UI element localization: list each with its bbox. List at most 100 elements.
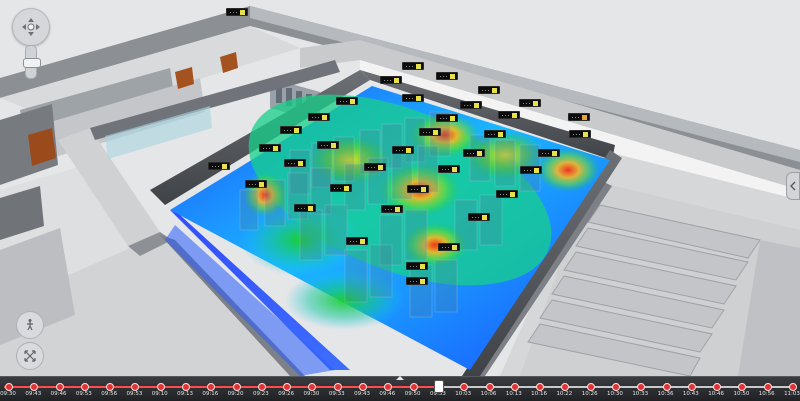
rack-temperature-label-text: ...: [409, 278, 419, 284]
timeline-marker[interactable]: [384, 383, 393, 391]
zoom-slider-thumb[interactable]: [23, 58, 41, 68]
rack-temperature-label[interactable]: ...: [308, 113, 331, 121]
timeline-time-label: 10:33: [632, 391, 649, 397]
timeline-time-label: 09:23: [252, 391, 269, 397]
timeline-marker[interactable]: [611, 383, 620, 391]
timeline-marker[interactable]: [763, 383, 772, 391]
rack-temperature-label[interactable]: ...: [259, 144, 282, 152]
rack-temperature-label[interactable]: ...: [402, 62, 425, 70]
timeline-marker[interactable]: [510, 383, 519, 391]
timeline-marker[interactable]: [257, 383, 266, 391]
rack-temperature-label[interactable]: ...: [519, 99, 542, 107]
timeline-marker[interactable]: [5, 383, 13, 391]
rack-temperature-label-text: ...: [541, 150, 551, 156]
timeline-marker[interactable]: [713, 383, 722, 391]
fullscreen-arrows-icon: [24, 350, 36, 362]
rack-temperature-label[interactable]: ...: [463, 149, 486, 157]
rack-temperature-label[interactable]: ...: [284, 159, 307, 167]
rack-temperature-label[interactable]: ...: [438, 165, 461, 173]
collapse-arrow-icon[interactable]: [396, 376, 404, 380]
rack-temperature-label[interactable]: ...: [402, 94, 425, 102]
rack-temperature-label[interactable]: ...: [245, 180, 268, 188]
status-swatch: [406, 147, 412, 153]
timeline-time-label: 09:53: [75, 391, 92, 397]
viewport-3d[interactable]: ........................................…: [0, 0, 800, 376]
rack-temperature-label[interactable]: ...: [496, 190, 519, 198]
rack-temperature-label[interactable]: ...: [520, 166, 543, 174]
timeline-marker[interactable]: [182, 383, 191, 391]
rack-temperature-label[interactable]: ...: [407, 185, 430, 193]
status-swatch: [498, 131, 504, 137]
rack-temperature-label[interactable]: ...: [436, 114, 459, 122]
rack-temperature-label[interactable]: ...: [330, 184, 353, 192]
rack-temperature-label[interactable]: ...: [484, 130, 507, 138]
timeline-bar[interactable]: 09:30 09:43 09:46 09:53 09:56 09:53 09:10 09:13…: [0, 376, 800, 401]
rack-temperature-label[interactable]: ...: [208, 162, 231, 170]
right-panel-toggle[interactable]: [786, 172, 800, 200]
status-swatch: [322, 114, 328, 120]
rack-temperature-label[interactable]: ...: [406, 262, 429, 270]
status-swatch: [240, 9, 246, 15]
reset-view-button[interactable]: [16, 342, 44, 370]
timeline-marker[interactable]: [738, 383, 747, 391]
status-swatch: [510, 191, 516, 197]
rack-temperature-label[interactable]: ...: [364, 163, 387, 171]
rack-temperature-label[interactable]: ...: [438, 243, 461, 251]
timeline-marker[interactable]: [232, 383, 241, 391]
rack-temperature-label[interactable]: ...: [568, 113, 591, 121]
datacenter-floorplan[interactable]: [0, 0, 800, 376]
rack-temperature-label[interactable]: ...: [478, 86, 501, 94]
timeline-marker[interactable]: [156, 383, 165, 391]
timeline-marker[interactable]: [359, 383, 368, 391]
rack-temperature-label-text: ...: [441, 166, 451, 172]
timeline-marker[interactable]: [687, 383, 696, 391]
timeline-marker[interactable]: [662, 383, 671, 391]
rack-temperature-label[interactable]: ...: [226, 8, 249, 16]
timeline-marker[interactable]: [80, 383, 89, 391]
timeline-marker[interactable]: [485, 383, 494, 391]
timeline-marker[interactable]: [131, 383, 140, 391]
rack-temperature-label[interactable]: ...: [294, 204, 317, 212]
timeline-marker[interactable]: [586, 383, 595, 391]
timeline-marker[interactable]: [460, 383, 469, 391]
status-swatch: [344, 185, 350, 191]
status-swatch: [512, 112, 518, 118]
navigation-compass[interactable]: [12, 8, 50, 46]
rack-temperature-label[interactable]: ...: [317, 141, 340, 149]
rack-temperature-label[interactable]: ...: [280, 126, 303, 134]
rack-temperature-label[interactable]: ...: [419, 128, 442, 136]
rack-temperature-label[interactable]: ...: [406, 277, 429, 285]
timeline-marker[interactable]: [561, 383, 570, 391]
rack-temperature-label[interactable]: ...: [569, 130, 592, 138]
rack-temperature-label[interactable]: ...: [468, 213, 491, 221]
timeline-marker[interactable]: [789, 383, 797, 391]
timeline-time-label: 10:56: [758, 391, 775, 397]
rack-temperature-label[interactable]: ...: [538, 149, 561, 157]
rack-temperature-label[interactable]: ...: [392, 146, 415, 154]
timeline-marker[interactable]: [333, 383, 342, 391]
timeline-marker[interactable]: [106, 383, 115, 391]
timeline-track[interactable]: [4, 386, 796, 388]
status-swatch: [583, 131, 589, 137]
person-walk-icon: [27, 319, 33, 331]
rack-temperature-label-text: ...: [422, 129, 432, 135]
timeline-marker[interactable]: [637, 383, 646, 391]
timeline-marker[interactable]: [536, 383, 545, 391]
rack-temperature-label[interactable]: ...: [460, 101, 483, 109]
rack-temperature-label[interactable]: ...: [336, 97, 359, 105]
rack-temperature-label[interactable]: ...: [380, 76, 403, 84]
rack-temperature-label[interactable]: ...: [346, 237, 369, 245]
walk-mode-button[interactable]: [16, 311, 44, 339]
timeline-marker[interactable]: [283, 383, 292, 391]
rack-temperature-label[interactable]: ...: [436, 72, 459, 80]
timeline-marker[interactable]: [308, 383, 317, 391]
timeline-marker[interactable]: [30, 383, 39, 391]
timeline-playhead[interactable]: [433, 380, 444, 393]
zoom-slider[interactable]: [23, 45, 41, 79]
timeline-time-label: 09:20: [227, 391, 244, 397]
rack-temperature-label[interactable]: ...: [381, 205, 404, 213]
timeline-marker[interactable]: [207, 383, 216, 391]
timeline-marker[interactable]: [409, 383, 418, 391]
rack-temperature-label[interactable]: ...: [498, 111, 521, 119]
timeline-marker[interactable]: [55, 383, 64, 391]
